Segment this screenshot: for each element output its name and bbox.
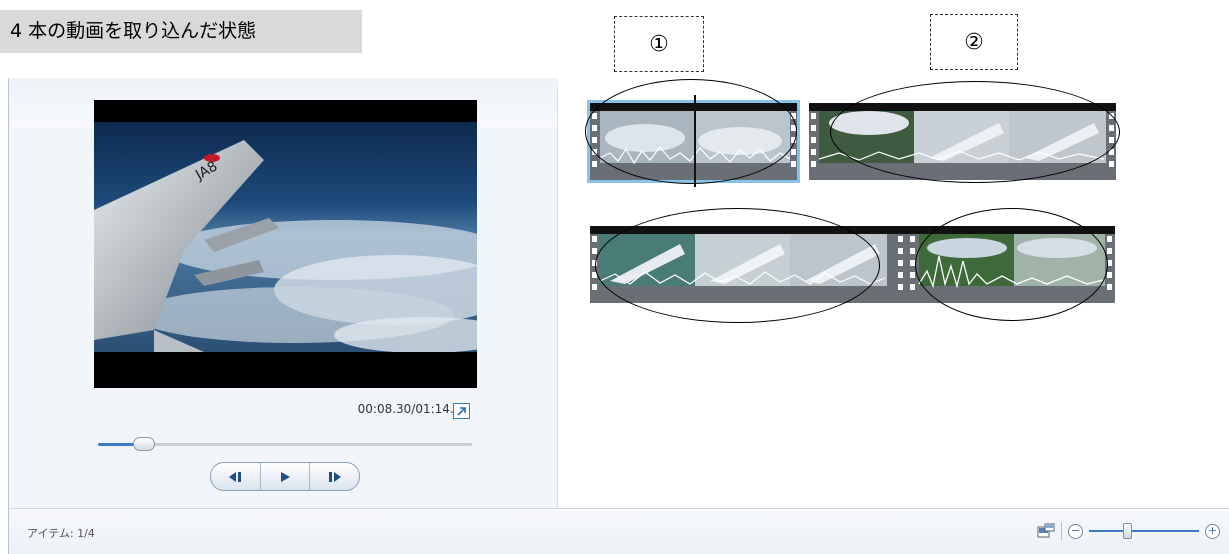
status-tools: − +	[1037, 521, 1220, 541]
callout-2: ②	[930, 14, 1018, 70]
caption-label: 4 本の動画を取り込んだ状態	[0, 10, 362, 53]
zoom-out-icon: −	[1070, 523, 1081, 537]
zoom-thumb[interactable]	[1123, 523, 1132, 539]
storyboard-clip-4[interactable]	[907, 226, 1115, 303]
clip-3-thumbnail	[590, 226, 907, 303]
storyboard-pane	[558, 78, 1229, 508]
status-bar: アイテム: 1/4 − +	[9, 508, 1229, 554]
expand-preview-button[interactable]	[453, 403, 470, 419]
toolbar-separator	[1061, 522, 1062, 540]
next-frame-icon	[328, 471, 341, 482]
storyboard-clip-3[interactable]	[590, 226, 907, 303]
callout-1: ①	[614, 16, 704, 72]
previous-frame-button[interactable]	[211, 463, 261, 490]
zoom-out-button[interactable]: −	[1068, 523, 1083, 539]
timecode-display: 00:08.30/01:14.82	[357, 402, 469, 416]
thumbnail-size-icon	[1037, 523, 1055, 538]
playback-controls	[210, 462, 360, 491]
storyboard-clip-2[interactable]	[809, 103, 1116, 180]
movie-maker-window: JA8 00:08.30/01:14.82 アイテム: 1/4 − +	[8, 78, 1229, 554]
playhead-line[interactable]	[694, 95, 696, 187]
expand-arrow-icon	[457, 406, 466, 416]
play-button[interactable]	[261, 463, 311, 490]
video-frame-image: JA8	[94, 100, 477, 388]
seek-bar-thumb[interactable]	[133, 437, 155, 451]
zoom-in-button[interactable]: +	[1205, 523, 1220, 539]
video-preview[interactable]: JA8	[94, 100, 477, 388]
play-icon	[281, 471, 290, 482]
item-count-text: アイテム: 1/4	[27, 527, 95, 540]
thumbnail-size-button[interactable]	[1037, 523, 1055, 539]
preview-pane: JA8 00:08.30/01:14.82	[9, 78, 557, 508]
clip-4-thumbnail	[907, 226, 1115, 303]
previous-frame-icon	[229, 471, 242, 482]
zoom-in-icon: +	[1207, 523, 1218, 537]
clip-2-thumbnail	[809, 103, 1116, 180]
zoom-track	[1089, 530, 1199, 532]
next-frame-button[interactable]	[310, 463, 359, 490]
zoom-slider[interactable]	[1089, 523, 1199, 539]
